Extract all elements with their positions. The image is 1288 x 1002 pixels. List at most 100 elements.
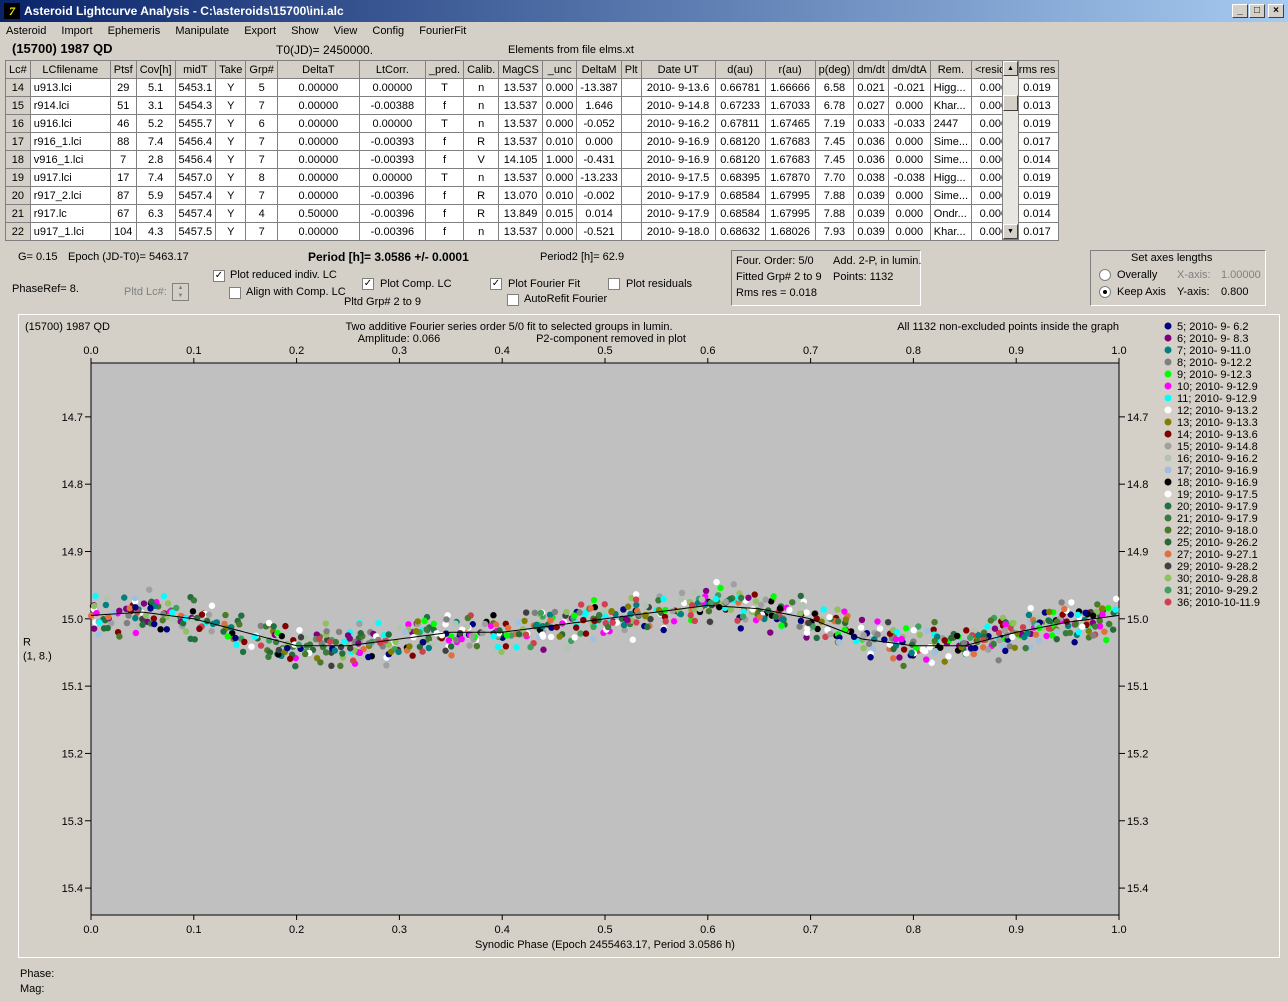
table-cell[interactable]: 6	[245, 114, 278, 133]
plot-reduced-checkbox[interactable]: ✓	[213, 270, 225, 282]
table-cell[interactable]: f	[424, 204, 465, 223]
table-cell[interactable]: 0.00000	[276, 150, 360, 169]
table-cell[interactable]: R	[463, 204, 500, 223]
table-cell[interactable]: 4.3	[135, 222, 176, 241]
table-cell[interactable]: 0.68395	[714, 168, 766, 187]
table-cell[interactable]	[620, 222, 642, 241]
table-cell[interactable]: 8	[245, 168, 278, 187]
restore-button[interactable]: □	[1249, 4, 1265, 18]
table-cell[interactable]: -0.00396	[358, 204, 426, 223]
table-cell[interactable]: 17	[109, 168, 137, 187]
table-row[interactable]: 20 r917_2.lci 87 5.9 5457.4 Y 7 0.00000 -0.00396…	[5, 186, 1060, 205]
table-cell[interactable]: Khar...	[929, 222, 973, 241]
table-cell[interactable]: T	[424, 168, 465, 187]
menu-import[interactable]: Import	[55, 23, 98, 37]
table-cell[interactable]: 0.66781	[714, 78, 766, 97]
table-cell[interactable]: 0.000	[887, 150, 931, 169]
table-cell[interactable]: 5456.4	[174, 132, 217, 151]
table-cell[interactable]: -0.00388	[358, 96, 426, 115]
table-cell[interactable]: Y	[215, 114, 247, 133]
plot-residuals-checkbox[interactable]	[608, 278, 620, 290]
table-cell[interactable]: Higg...	[929, 168, 973, 187]
table-cell[interactable]: 67	[109, 204, 137, 223]
scroll-thumb[interactable]	[1003, 95, 1018, 111]
table-cell[interactable]: r916_1.lci	[29, 132, 111, 151]
table-cell[interactable]: 7.45	[814, 150, 855, 169]
table-cell[interactable]: Sime...	[929, 150, 973, 169]
table-cell[interactable]: -0.021	[887, 78, 931, 97]
table-cell[interactable]: 1.66666	[764, 78, 816, 97]
menu-fourierfit[interactable]: FourierFit	[413, 23, 472, 37]
table-cell[interactable]: 7.4	[135, 132, 176, 151]
column-header[interactable]: Rem.	[929, 60, 973, 79]
table-cell[interactable]: Y	[215, 222, 247, 241]
plot-comp-checkbox[interactable]: ✓	[362, 278, 374, 290]
table-cell[interactable]: 87	[109, 186, 137, 205]
table-cell[interactable]: Khar...	[929, 96, 973, 115]
table-cell[interactable]: 0.00000	[276, 78, 360, 97]
table-cell[interactable]: 7	[245, 96, 278, 115]
table-cell[interactable]: 13.070	[498, 186, 543, 205]
table-cell[interactable]: 7	[245, 186, 278, 205]
table-cell[interactable]: 5.1	[135, 78, 176, 97]
table-cell[interactable]: 0.68120	[714, 132, 766, 151]
table-cell[interactable]: T	[424, 114, 465, 133]
table-cell[interactable]: 0.015	[541, 204, 578, 223]
table-cell[interactable]: 13.537	[498, 96, 543, 115]
table-cell[interactable]: 46	[109, 114, 137, 133]
table-cell[interactable]: 5.9	[135, 186, 176, 205]
table-cell[interactable]: 0.000	[541, 96, 578, 115]
table-cell[interactable]: 16	[5, 114, 31, 133]
table-cell[interactable]: -0.038	[887, 168, 931, 187]
table-cell[interactable]: 0.67233	[714, 96, 766, 115]
table-cell[interactable]: 5455.7	[174, 114, 217, 133]
table-cell[interactable]: -0.002	[576, 186, 622, 205]
table-cell[interactable]: Y	[215, 96, 247, 115]
table-cell[interactable]: u917.lci	[29, 168, 111, 187]
table-cell[interactable]: R	[463, 186, 500, 205]
scroll-down-icon[interactable]: ▼	[1003, 224, 1018, 239]
table-cell[interactable]: 7.19	[814, 114, 855, 133]
table-cell[interactable]: 13.537	[498, 222, 543, 241]
table-cell[interactable]: 29	[109, 78, 137, 97]
table-cell[interactable]: f	[424, 222, 465, 241]
table-cell[interactable]: 1.646	[576, 96, 622, 115]
table-cell[interactable]: 0.000	[541, 114, 578, 133]
table-cell[interactable]: Y	[215, 168, 247, 187]
table-cell[interactable]: f	[424, 96, 465, 115]
table-cell[interactable]: n	[463, 222, 500, 241]
table-cell[interactable]: 2.8	[135, 150, 176, 169]
table-cell[interactable]: 0.010	[541, 132, 578, 151]
table-cell[interactable]: 1.68026	[764, 222, 816, 241]
table-cell[interactable]: 0.019	[1014, 114, 1060, 133]
table-cell[interactable]	[620, 150, 642, 169]
column-header[interactable]: _unc	[541, 60, 578, 79]
table-cell[interactable]: 0.013	[1014, 96, 1060, 115]
table-cell[interactable]: n	[463, 96, 500, 115]
column-header[interactable]: d(au)	[714, 60, 766, 79]
table-cell[interactable]: u917_1.lci	[29, 222, 111, 241]
column-header[interactable]: dm/dtA	[887, 60, 931, 79]
table-row[interactable]: 18 v916_1.lci 7 2.8 5456.4 Y 7 0.00000 -0.00393 f…	[5, 150, 1060, 169]
table-cell[interactable]: 0.68632	[714, 222, 766, 241]
table-cell[interactable]: -0.00396	[358, 222, 426, 241]
table-cell[interactable]: 14	[5, 78, 31, 97]
table-cell[interactable]: 0.000	[887, 204, 931, 223]
table-cell[interactable]: 7.70	[814, 168, 855, 187]
table-cell[interactable]	[620, 78, 642, 97]
table-cell[interactable]: 0.019	[1014, 78, 1060, 97]
table-cell[interactable]	[620, 204, 642, 223]
table-cell[interactable]: 0.00000	[276, 186, 360, 205]
table-cell[interactable]: 0.00000	[358, 168, 426, 187]
table-cell[interactable]: 0.021	[853, 78, 889, 97]
table-cell[interactable]: 0.000	[541, 78, 578, 97]
column-header[interactable]: DeltaM	[576, 60, 622, 79]
table-cell[interactable]: 5453.1	[174, 78, 217, 97]
column-header[interactable]: DeltaT	[276, 60, 360, 79]
table-cell[interactable]: 5456.4	[174, 150, 217, 169]
table-cell[interactable]: 5457.4	[174, 204, 217, 223]
scroll-up-icon[interactable]: ▲	[1003, 61, 1018, 76]
table-cell[interactable]: Y	[215, 186, 247, 205]
table-cell[interactable]: 7.45	[814, 132, 855, 151]
lightcurve-table[interactable]: Lc# LCfilename Ptsf Cov[h] midT Take Grp# Delta…	[5, 60, 1060, 241]
